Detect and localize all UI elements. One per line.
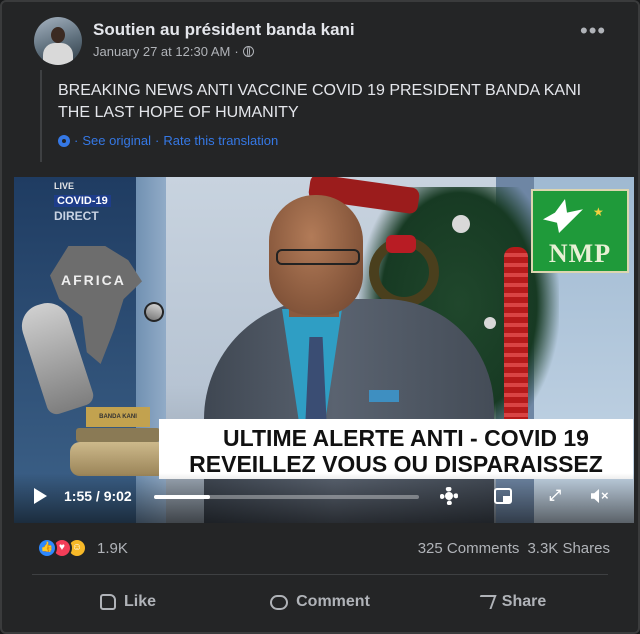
share-button[interactable]: Share [416,580,608,624]
nmp-label: NMP [548,239,612,268]
avatar-body [43,43,73,65]
like-button[interactable]: Like [32,580,224,624]
red-bow [386,235,416,253]
pocket-square [369,390,399,402]
translation-bar: · See original · Rate this translation [58,133,278,148]
nmp-party-logo: ★ NMP [531,189,629,273]
volume-muted-icon[interactable]: × [589,485,611,507]
video-time: 1:55 / 9:02 [64,488,132,504]
ornament [452,215,470,233]
action-bar: Like Comment Share [32,580,608,624]
comment-bubble-icon [270,594,289,610]
settings-gear-icon[interactable] [438,485,460,507]
fullscreen-expand-icon[interactable]: ⤢ [544,485,566,507]
video-player[interactable]: LIVE COVID-19 DIRECT AFRICA BANDA KANI ★… [14,177,634,523]
video-controls: 1:55 / 9:02 ⤢ × [14,473,634,523]
comment-button[interactable]: Comment [224,580,416,624]
right-hand-icon [141,299,167,325]
like-reaction-icon: 👍 [37,538,57,558]
engagement-stats: 325 Comments 3.3K Shares [418,540,610,557]
post-meta: January 27 at 12:30 AM · [93,44,254,59]
see-original-link[interactable]: See original [82,133,151,148]
post-text: BREAKING NEWS ANTI VACCINE COVID 19 PRES… [58,82,582,121]
banner-line-1: ULTIME ALERTE ANTI - COVID 19 [223,425,589,451]
picture-in-picture-icon[interactable] [492,485,514,507]
page-name-link[interactable]: Soutien au président banda kani [93,20,355,40]
tv-channel-badge: LIVE COVID-19 DIRECT [54,181,154,223]
comments-count[interactable]: 325 Comments [418,540,520,557]
africa-label: AFRICA [61,272,126,288]
dove-icon [543,199,583,233]
globe-icon [242,46,254,57]
translation-gear-icon[interactable] [58,134,70,147]
speaker-shape [591,489,599,503]
play-icon[interactable] [34,488,47,504]
thumbs-up-icon [99,594,116,610]
reactions-count[interactable]: 1.9K [97,540,128,557]
badge-line-1: LIVE [54,181,75,191]
reactions-summary[interactable]: 👍 ♥ ☺ 1.9K [37,538,128,558]
post-card: Soutien au président banda kani January … [0,0,640,634]
pedestal-top [76,428,160,442]
badge-line-3: DIRECT [54,209,99,223]
rate-translation-link[interactable]: Rate this translation [163,133,278,148]
speaker-glasses [276,249,360,265]
mute-x: × [601,488,609,503]
star-icon: ★ [593,205,604,219]
avatar-head [51,27,65,43]
like-label: Like [123,593,156,610]
pip-inner [503,496,510,502]
dot-sep-1: · [74,133,79,148]
shares-count[interactable]: 3.3K Shares [527,540,610,557]
comment-label: Comment [296,593,370,610]
page-avatar[interactable] [34,17,82,65]
progress-fill [154,495,210,499]
dot-sep-2: · [155,133,160,148]
share-arrow-icon [475,595,497,609]
quote-bar [40,70,42,162]
divider [32,574,608,575]
share-label: Share [501,593,547,610]
post-timestamp[interactable]: January 27 at 12:30 AM [93,44,230,59]
award-plaque: BANDA KANI [86,407,150,427]
more-options-icon[interactable]: ••• [580,20,606,42]
ornament [484,317,496,329]
pedestal-base [70,442,168,476]
gear-center [445,492,453,500]
progress-bar[interactable] [154,495,419,499]
meta-separator: · [234,44,239,59]
badge-line-2: COVID-19 [54,195,111,207]
headline-banner: ULTIME ALERTE ANTI - COVID 19 REVEILLEZ … [159,419,633,479]
